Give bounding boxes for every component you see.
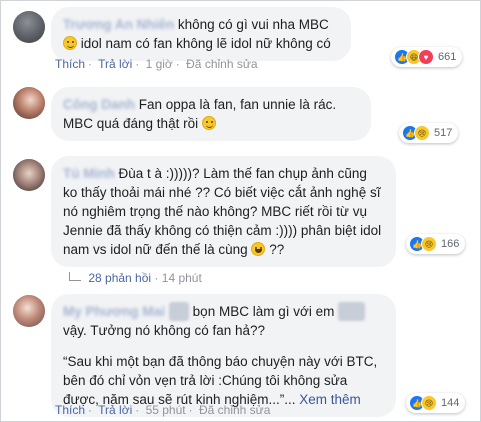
replies-timestamp: 14 phút: [161, 271, 202, 285]
comment-timestamp[interactable]: 1 giờ: [146, 57, 173, 71]
reaction-summary[interactable]: 👍 😢 166: [406, 234, 466, 254]
reaction-count: 517: [434, 127, 453, 139]
like-button[interactable]: Thích: [55, 57, 85, 71]
reply-button[interactable]: Trả lời: [98, 57, 132, 71]
quoted-text: “Sau khi một bạn đã thông báo chuyện này…: [63, 352, 384, 409]
reply-button[interactable]: Trả lời: [98, 403, 132, 417]
reaction-count: 661: [438, 51, 457, 63]
comment-timestamp[interactable]: 55 phút: [146, 403, 186, 417]
comment-text-continued: idol nam có fan không lẽ idol nữ không c…: [80, 36, 331, 51]
comment-text-continued: ??: [269, 242, 285, 257]
avatar[interactable]: [13, 159, 45, 191]
reaction-summary[interactable]: 👍 😆 ♥ 661: [391, 47, 463, 67]
avatar[interactable]: [13, 87, 45, 119]
edited-label[interactable]: Đã chỉnh sửa: [186, 57, 257, 71]
reaction-count: 144: [441, 397, 460, 409]
comment-text: không có gì vui nha MBC: [177, 17, 329, 32]
sad-reaction-icon: 😢: [414, 125, 430, 141]
commenter-name[interactable]: My Phương Mai: [63, 304, 165, 319]
sad-reaction-icon: 😢: [421, 236, 437, 252]
redacted-text: xxxx: [338, 302, 366, 321]
comment-actions: Thích · Trả lời · 1 giờ · Đã chỉnh sửa: [55, 57, 258, 71]
sad-reaction-icon: 😢: [421, 395, 437, 411]
comment-bubble: Tú Minh Đùa t à :)))))? Làm thế fan chụp…: [51, 156, 396, 267]
grin-emoji-icon: [251, 242, 266, 256]
comment-bubble: Trương An Nhiên không có gì vui nha MBC …: [51, 7, 351, 61]
commenter-name[interactable]: Trương An Nhiên: [63, 17, 174, 32]
avatar[interactable]: [13, 11, 45, 43]
comment-actions: Thích · Trả lời · 55 phút · Đã chỉnh sửa: [55, 403, 271, 417]
reaction-count: 166: [441, 238, 460, 250]
like-button[interactable]: Thích: [55, 403, 85, 417]
reaction-summary[interactable]: 👍 😢 144: [406, 393, 466, 413]
see-more-link[interactable]: Xem thêm: [299, 392, 361, 407]
love-reaction-icon: ♥: [418, 49, 434, 65]
reaction-summary[interactable]: 👍 😢 517: [399, 123, 459, 143]
avatar[interactable]: [13, 295, 45, 327]
comment-bubble: Công Danh Fan oppa là fan, fan unnie là …: [51, 87, 371, 141]
edited-label[interactable]: Đã chỉnh sửa: [199, 403, 270, 417]
redacted-text: xxx: [168, 302, 189, 321]
commenter-name[interactable]: Tú Minh: [63, 166, 115, 181]
replies-count[interactable]: 28 phản hồi: [88, 271, 151, 285]
smile-emoji-icon: [201, 116, 216, 130]
comment-thread: Trương An Nhiên không có gì vui nha MBC …: [0, 0, 481, 422]
comment-text-continued: vậy. Tưởng nó không có fan hả??: [63, 323, 266, 338]
comment-bubble: My Phương Mai xxx bọn MBC làm gì với em …: [51, 294, 396, 417]
reply-arrow-icon: [69, 272, 81, 281]
smile-emoji-icon: [63, 36, 77, 50]
commenter-name[interactable]: Công Danh: [63, 97, 135, 112]
view-replies-link[interactable]: 28 phản hồi · 14 phút: [69, 271, 202, 285]
comment-text: bọn MBC làm gì với em: [192, 304, 335, 319]
